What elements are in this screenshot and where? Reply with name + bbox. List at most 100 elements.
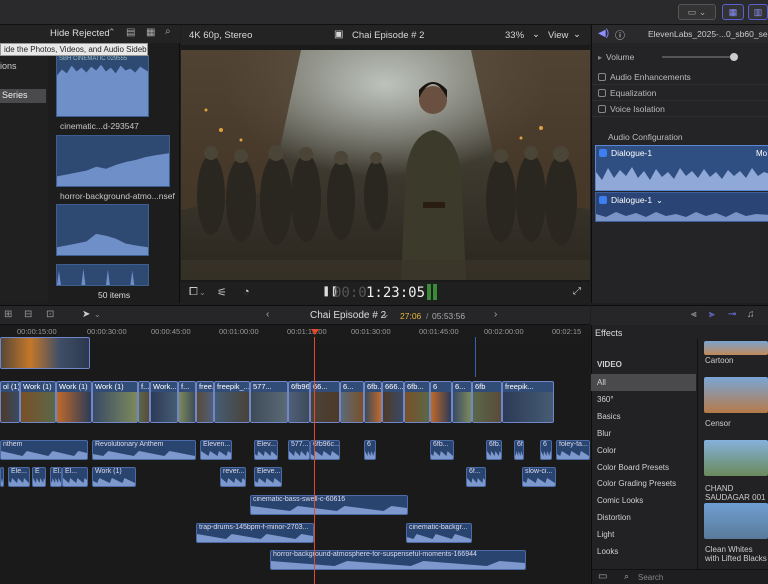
audio-clip[interactable]: 6fb [514,440,524,460]
audio-clip[interactable]: El... [62,467,88,487]
grid-icon[interactable]: ▦ [722,4,744,20]
audio-clip[interactable]: 6fb... [430,440,454,460]
search-icon[interactable]: ⌕ [165,26,171,37]
audio-thumb[interactable] [56,264,149,286]
back-arrow-icon[interactable]: ‹ [266,309,269,320]
effects-category[interactable]: All [591,374,696,391]
video-clip[interactable]: f... [178,381,196,423]
video-clip[interactable]: ol (1) [0,381,20,423]
filter-popup[interactable]: Hide Rejected [50,28,110,39]
chevron-down-icon[interactable]: ⌄ [532,29,540,40]
effects-category[interactable]: Basics [591,408,696,425]
headphones-icon[interactable]: ♫ [747,309,755,320]
audio-clip[interactable]: rever... [220,467,246,487]
video-clip[interactable]: 577... [250,381,288,423]
transform-icon[interactable]: ⚟ [217,286,227,299]
audio-clip[interactable]: nthem [0,440,88,460]
effects-category[interactable]: Distortion [591,509,696,526]
audio-clip[interactable]: Ele... [0,467,4,487]
video-clip[interactable]: 6fb [472,381,502,423]
audio-clip[interactable]: Work (1) [92,467,136,487]
video-clip[interactable]: 6... [452,381,472,423]
checkbox-checked[interactable] [599,196,607,204]
chevron-down-icon[interactable]: ⌄ [382,309,390,320]
enhancements-row[interactable]: Audio Enhancements [592,69,768,85]
chevron-updown-icon[interactable]: ⌃ [108,27,116,38]
playhead[interactable] [314,337,315,584]
fullscreen-icon[interactable]: ⤢ [573,286,581,297]
chevron-down-icon[interactable]: ⌄ [94,310,101,319]
effects-category[interactable]: Color Board Presets [591,459,696,476]
audio-clip[interactable]: E [32,467,46,487]
video-clip[interactable]: freepik... [502,381,554,423]
effect-thumbnail[interactable] [704,440,768,476]
video-clip[interactable]: f... [138,381,150,423]
chevron-down-icon[interactable]: ⌄ [573,29,581,40]
audio-clip[interactable]: 6 [540,440,552,460]
zoom-popup[interactable]: 33% [505,30,524,41]
audio-clip[interactable]: Elev... [254,440,278,460]
video-clip[interactable]: Work (1) [92,381,138,423]
video-clip[interactable]: 6... [340,381,364,423]
audio-clip[interactable]: Eleve... [254,467,282,487]
effects-category[interactable]: Blur [591,425,696,442]
audio-clip[interactable]: slow-ci... [522,467,556,487]
project-title[interactable]: Chai Episode # 2 [310,310,386,321]
timecode[interactable]: 1:23:05 [366,285,425,301]
forward-arrow-icon[interactable]: › [494,309,497,320]
video-clip[interactable]: Work (1) [20,381,56,423]
effects-search[interactable]: Search [638,573,663,582]
audio-thumb[interactable] [56,135,170,187]
audio-channel-1[interactable]: Dialogue-1 Mo [595,145,768,191]
chevron-down-icon[interactable]: ⌄ [656,196,663,205]
audio-clip[interactable]: El... [50,467,62,487]
audio-clip[interactable]: cinematic-bass-swell-c-60616 [250,495,408,515]
clip-view-icon[interactable]: ▦ [146,27,155,38]
voice-isolation-row[interactable]: Voice Isolation [592,101,768,117]
volume-slider-knob[interactable] [730,53,738,61]
timeline-ruler[interactable]: 00:00:15:00 00:00:30:00 00:00:45:00 00:01:0… [0,325,590,337]
solo-icon[interactable]: ⊸ [728,309,736,320]
effects-category[interactable]: Color [591,442,696,459]
effects-category[interactable]: Color Grading Presets [591,475,696,492]
video-clip[interactable]: Work (1) [56,381,92,423]
effects-category[interactable]: Looks [591,543,696,560]
audio-thumb[interactable]: SBH CINEMATIC 029555 [56,55,149,117]
crop-icon[interactable]: ⧠ [189,286,198,299]
video-clip[interactable]: 6fb96c... [288,381,310,423]
video-clip[interactable]: 6fb... [364,381,382,423]
connect-icon[interactable]: ⊟ [24,309,32,320]
select-tool-icon[interactable]: ➤ [82,309,90,320]
playhead-handle[interactable] [311,329,319,335]
skimming-icon[interactable]: ⫷ [691,309,697,320]
connected-video-clip[interactable] [0,337,90,369]
video-clip[interactable]: Work... [150,381,178,423]
audio-channel-2[interactable]: Dialogue-1 ⌄ [595,192,768,222]
audio-clip[interactable]: Eleven... [200,440,232,460]
audio-clip[interactable]: trap-drums-145bpm-f-minor-2703... [196,523,314,543]
index-icon[interactable]: ⊞ [4,309,12,320]
audio-clip[interactable]: 577... [288,440,310,460]
chevron-down-icon[interactable]: ⌄ [199,288,206,297]
audio-clip[interactable]: 6 [364,440,376,460]
audio-clip[interactable]: cinematic-backgr... [406,523,472,543]
video-clip[interactable]: freepik_... [214,381,250,423]
audio-clip[interactable]: Revolutionary Anthem [92,440,196,460]
audio-speaker-icon[interactable]: ◀) [598,28,609,39]
audio-thumb[interactable] [56,204,149,256]
audio-clip[interactable]: 6fb... [486,440,502,460]
checkbox[interactable] [598,88,606,97]
edit-icon[interactable]: ⊡ [46,309,54,320]
audio-clip[interactable]: 6f... [466,467,486,487]
equalization-row[interactable]: Equalization [592,85,768,101]
video-clip[interactable]: free... [196,381,214,423]
speed-icon[interactable]: ◔ [243,286,250,298]
filmstrip-icon[interactable]: ▤ [126,27,135,38]
effect-thumbnail[interactable] [704,503,768,539]
effects-category[interactable]: Light [591,526,696,543]
audio-clip[interactable]: horror-background-atmosphere-for-suspens… [270,550,526,570]
audio-clip[interactable]: foley-fa... [556,440,590,460]
info-icon[interactable]: ⓘ [615,27,625,42]
video-clip[interactable]: 6fb... [404,381,430,423]
effect-thumbnail[interactable] [704,341,768,355]
